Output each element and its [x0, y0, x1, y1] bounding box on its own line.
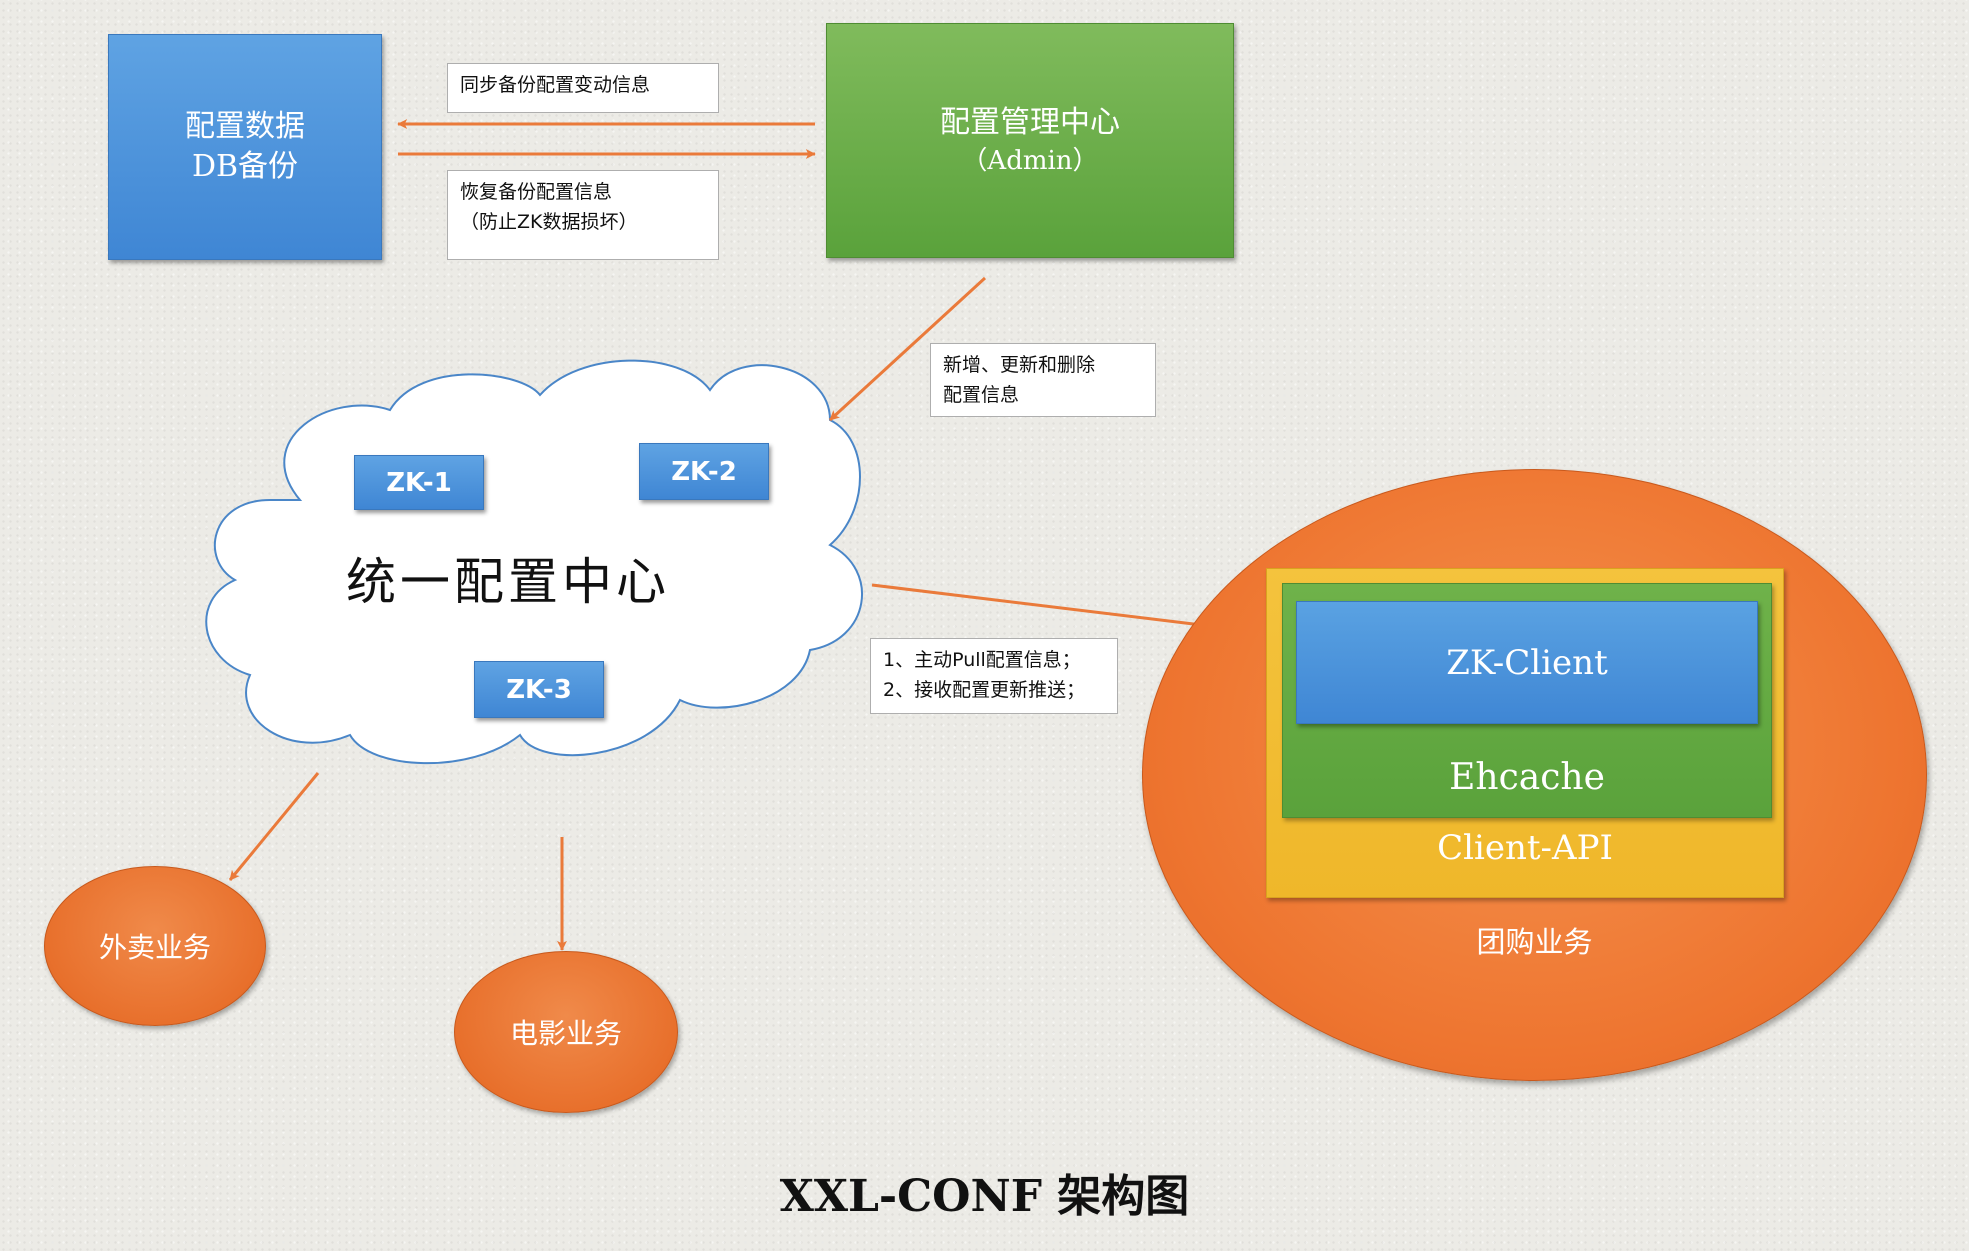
admin-title: 配置管理中心	[940, 104, 1120, 140]
config-db-subtitle: DB备份	[191, 149, 299, 184]
note-restore-backup: 恢复备份配置信息 （防止ZK数据损坏）	[447, 170, 719, 260]
config-db-title: 配置数据	[185, 109, 305, 144]
arrow-cloud-to-takeout	[228, 772, 320, 881]
zk-node-3: ZK-3	[474, 661, 604, 718]
admin-subtitle: （Admin）	[961, 145, 1099, 176]
note-crud-config: 新增、更新和删除 配置信息	[930, 343, 1156, 417]
note-sync-backup: 同步备份配置变动信息	[447, 63, 719, 113]
service-takeout-label: 外卖业务	[98, 931, 211, 964]
service-movie: 电影业务	[454, 951, 678, 1113]
diagram-footer-title: XXL-CONF 架构图	[779, 1171, 1190, 1222]
service-groupon-label: 团购业务	[1476, 925, 1593, 959]
admin-center-box: 配置管理中心 （Admin）	[826, 23, 1234, 258]
zk-client-box: ZK-Client	[1296, 601, 1758, 724]
config-db-backup-box: 配置数据 DB备份	[108, 34, 382, 260]
config-center-title: 统一配置中心	[346, 553, 670, 611]
service-movie-label: 电影业务	[509, 1017, 622, 1050]
ehcache-label: Ehcache	[1449, 757, 1605, 798]
service-takeout: 外卖业务	[44, 866, 266, 1026]
zk-node-2: ZK-2	[639, 443, 769, 500]
client-api-label: Client-API	[1437, 828, 1613, 868]
note-pull-push: 1、主动Pull配置信息； 2、接收配置更新推送；	[870, 638, 1118, 714]
zk-node-1: ZK-1	[354, 455, 484, 510]
